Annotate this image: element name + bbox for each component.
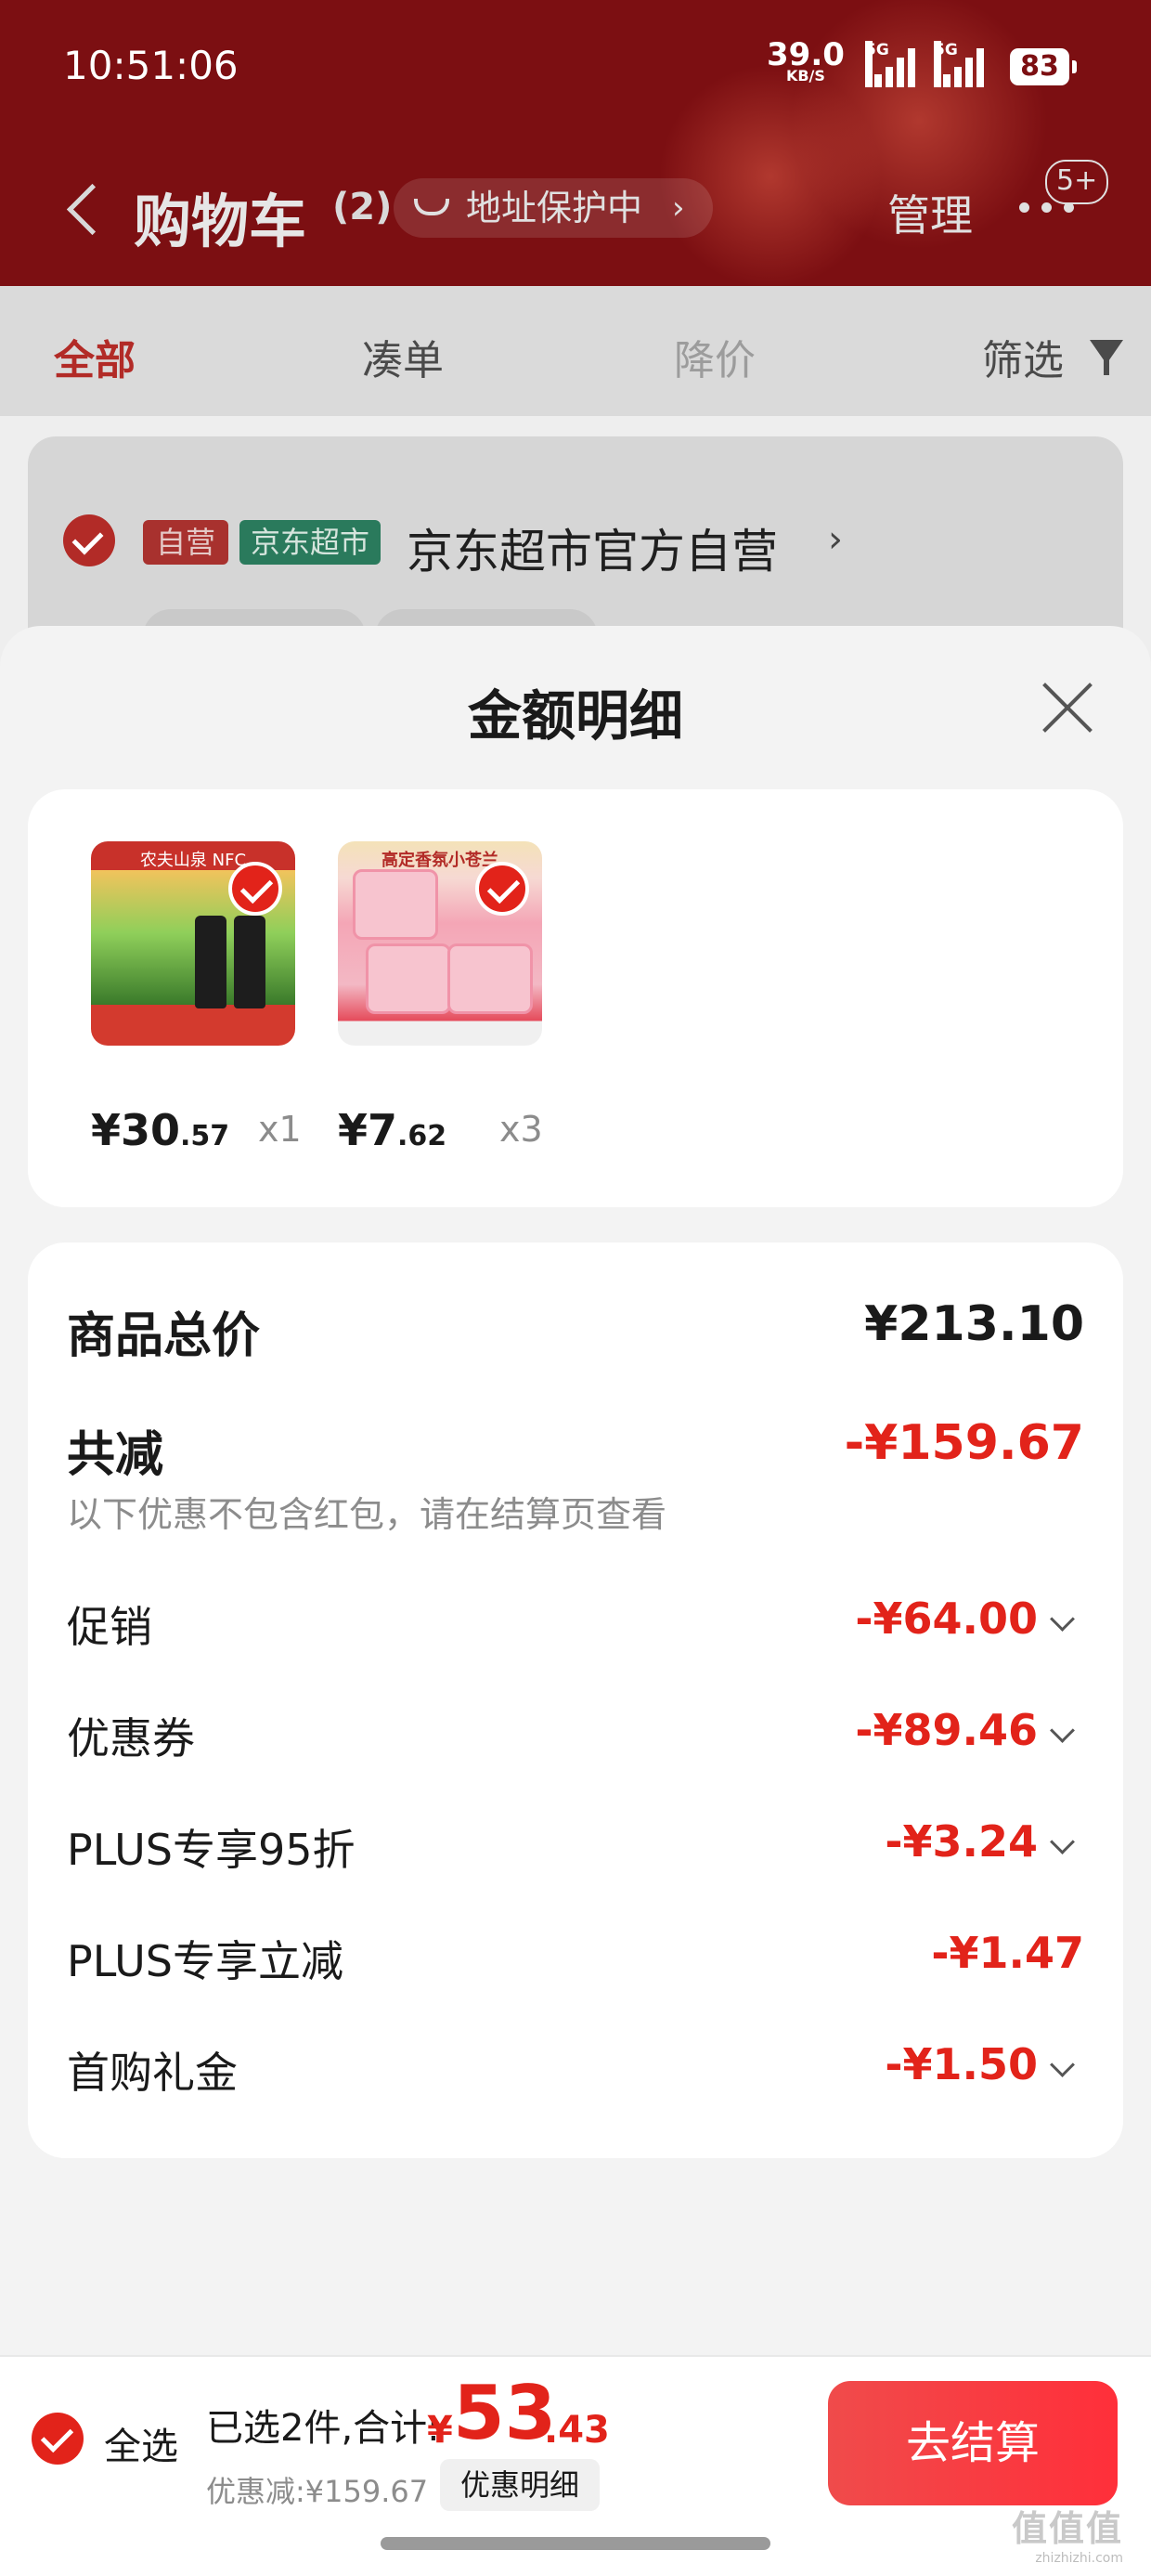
chevron-down-icon[interactable] [1050, 1607, 1075, 1632]
sum-decimal: .43 [544, 2409, 610, 2452]
tab-price-drop[interactable]: 降价 [674, 327, 756, 386]
top-header: 10:51:06 39.0 KB/S 5G 5G 83 购物车 (2) 地址保护… [0, 0, 1151, 286]
sim-label: 5G [934, 41, 958, 87]
chevron-right-icon: › [672, 189, 685, 227]
box-shape [353, 869, 438, 940]
message-badge: 5+ [1045, 160, 1109, 204]
dot-icon [1041, 202, 1052, 213]
self-operated-tag: 自营 [143, 520, 229, 565]
product-checkbox[interactable] [475, 862, 529, 916]
first-buy-gift-row-value[interactable]: -¥1.50 [885, 2039, 1038, 2089]
bottle-shape [195, 916, 226, 1008]
total-reduce-label: 共减 [67, 1427, 164, 1483]
product-quantity: x1 [258, 1109, 302, 1150]
product-price: ¥30.57 [91, 1105, 229, 1155]
promo-detail-button[interactable]: 优惠明细 [440, 2459, 601, 2511]
tab-filter[interactable]: 筛选 [982, 327, 1064, 386]
chevron-right-icon[interactable]: › [828, 518, 843, 561]
battery-icon: 83 [1010, 48, 1077, 85]
select-all-checkbox[interactable] [32, 2413, 84, 2465]
amount-detail-sheet: 金额明细 农夫山泉 NFC 高定香氛小苍兰 ¥30.57 x1 ¥7.62 x3… [0, 626, 1151, 2355]
chevron-down-icon[interactable] [1050, 1718, 1075, 1743]
checkout-button[interactable]: 去结算 [828, 2381, 1118, 2505]
sheet-title: 金额明细 [467, 684, 683, 748]
sum-integer: 53 [453, 2370, 557, 2456]
watermark: 值值值 zhizhizhi.com [1012, 2500, 1123, 2566]
watermark-sub: zhizhizhi.com [1035, 2551, 1124, 2566]
sum-currency: ¥ [427, 2409, 453, 2452]
product-quantity: x3 [499, 1109, 543, 1150]
box-shape [366, 943, 451, 1014]
promo-row-label: 促销 [67, 1602, 152, 1652]
bottle-shape [234, 916, 265, 1008]
total-price-label: 商品总价 [67, 1308, 261, 1364]
chevron-down-icon[interactable] [1050, 1829, 1075, 1854]
signal-icon: 5G [934, 41, 986, 87]
back-button[interactable] [59, 171, 106, 245]
page-title: 购物车 [134, 188, 307, 255]
price-decimal: .62 [397, 1120, 447, 1152]
product-image[interactable]: 农夫山泉 NFC [91, 841, 295, 1046]
tab-bundle[interactable]: 凑单 [362, 327, 444, 386]
chevron-down-icon[interactable] [1050, 2052, 1075, 2077]
product-checkbox[interactable] [228, 862, 282, 916]
coupon-row-label: 优惠券 [67, 1713, 195, 1763]
status-time: 10:51:06 [63, 43, 239, 88]
price-integer: ¥7 [338, 1105, 398, 1155]
store-checkbox[interactable] [63, 514, 115, 566]
discount-text: 优惠减:¥159.67 [206, 2474, 429, 2509]
coupon-row-value[interactable]: -¥89.46 [855, 1705, 1038, 1755]
product-price: ¥7.62 [338, 1105, 446, 1155]
close-button[interactable] [1040, 680, 1095, 735]
home-indicator[interactable] [381, 2537, 770, 2550]
product-image[interactable]: 高定香氛小苍兰 [338, 841, 542, 1046]
cart-tabs: 全部 凑单 降价 筛选 [0, 286, 1151, 416]
address-protect-label: 地址保护中 [466, 188, 643, 228]
network-speed: 39.0 KB/S [767, 39, 845, 84]
signal-icon: 5G [865, 41, 917, 87]
tab-all[interactable]: 全部 [54, 327, 136, 386]
plus-discount-row-value[interactable]: -¥3.24 [885, 1816, 1038, 1867]
amount-detail-card: 商品总价 ¥213.10 共减 -¥159.67 以下优惠不包含红包，请在结算页… [28, 1242, 1123, 2158]
products-card: 农夫山泉 NFC 高定香氛小苍兰 ¥30.57 x1 ¥7.62 x3 [28, 789, 1123, 1207]
cart-count: (2) [332, 186, 393, 228]
price-decimal: .57 [180, 1120, 230, 1152]
address-protect-button[interactable]: 地址保护中 › [394, 178, 713, 238]
select-all-label[interactable]: 全选 [104, 2416, 178, 2470]
selected-sum-label: 已选2件,合计: [206, 2407, 440, 2450]
total-reduce-value: -¥159.67 [844, 1415, 1084, 1471]
dot-icon [1019, 202, 1029, 213]
plus-reduce-row-value: -¥1.47 [931, 1928, 1084, 1978]
total-price-value: ¥213.10 [864, 1296, 1084, 1352]
box-shape [447, 943, 533, 1014]
reduce-note: 以下优惠不包含红包，请在结算页查看 [67, 1494, 667, 1535]
filter-icon[interactable] [1090, 340, 1123, 375]
promo-row-value[interactable]: -¥64.00 [855, 1594, 1038, 1644]
watermark-text: 值值值 [1012, 2508, 1124, 2549]
plus-reduce-row-label: PLUS专享立减 [67, 1936, 343, 1986]
jd-supermarket-tag: 京东超市 [239, 520, 382, 565]
sim-label: 5G [865, 41, 889, 87]
store-name[interactable]: 京东超市官方自营 [407, 514, 778, 581]
first-buy-gift-row-label: 首购礼金 [67, 2048, 238, 2098]
smile-icon [414, 199, 449, 215]
manage-button[interactable]: 管理 [887, 182, 973, 243]
plus-discount-row-label: PLUS专享95折 [67, 1825, 356, 1875]
price-integer: ¥30 [91, 1105, 181, 1155]
